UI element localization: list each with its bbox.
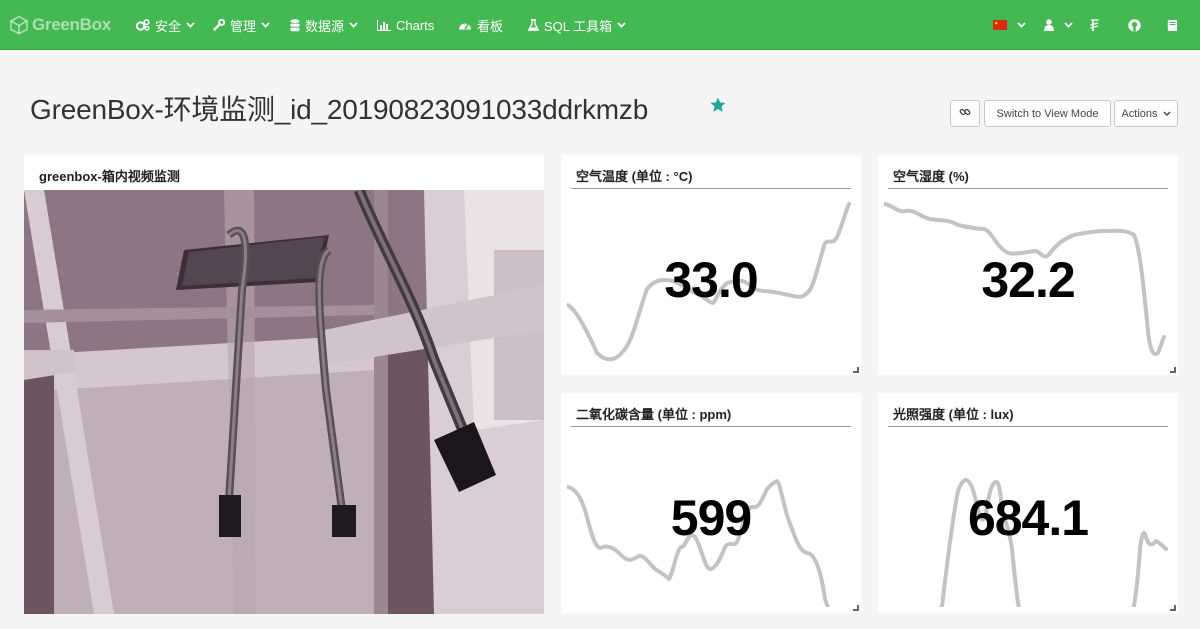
nav-sql-label: SQL 工具箱: [544, 18, 613, 34]
brand-logo-link[interactable]: GreenBox: [9, 13, 111, 37]
chevron-down-icon: [617, 22, 626, 28]
star-icon[interactable]: [709, 96, 727, 114]
nav-security-label: 安全: [155, 18, 182, 34]
humidity-value: 32.2: [981, 252, 1075, 308]
chevron-down-icon: [1017, 22, 1026, 28]
nav-manage-menu[interactable]: 管理: [213, 0, 270, 50]
panel-divider: [888, 426, 1168, 427]
dashboard-gauge-icon: [458, 20, 472, 30]
nav-docs-link[interactable]: [1167, 0, 1178, 50]
co2-panel-title: 二氧化碳含量 (单位 : ppm): [576, 407, 732, 422]
github-icon: [1128, 18, 1141, 32]
database-icon: [290, 18, 300, 32]
switch-view-mode-button[interactable]: Switch to View Mode: [984, 100, 1111, 127]
top-navbar: GreenBox 安全 管理 数据源 Charts 看板 SQL 工具箱: [0, 0, 1200, 50]
chevron-down-icon: [1163, 111, 1171, 116]
temperature-panel: 空气温度 (单位 : °C) 33.0: [561, 155, 861, 375]
chevron-down-icon: [261, 22, 270, 28]
currency-icon: [1090, 18, 1100, 32]
panel-divider: [571, 188, 851, 189]
video-panel: greenbox-箱内视频监测: [24, 155, 544, 614]
flask-icon: [528, 19, 539, 31]
nav-version-button[interactable]: [1090, 0, 1100, 50]
share-link-button[interactable]: [950, 100, 980, 127]
panel-divider: [571, 426, 851, 427]
humidity-panel: 空气湿度 (%) 32.2: [878, 155, 1178, 375]
actions-label: Actions: [1121, 107, 1158, 120]
panel-divider: [888, 188, 1168, 189]
resize-handle-icon[interactable]: [1170, 367, 1176, 373]
light-panel-title: 光照强度 (单位 : lux): [893, 407, 1014, 422]
chevron-down-icon: [186, 22, 195, 28]
nav-charts-link[interactable]: Charts: [377, 0, 434, 50]
nav-manage-label: 管理: [230, 18, 257, 34]
chevron-down-icon: [1064, 22, 1073, 28]
wrench-icon: [213, 19, 225, 31]
light-panel: 光照强度 (单位 : lux) 684.1: [878, 393, 1178, 613]
nav-user-menu[interactable]: [1044, 0, 1073, 50]
resize-handle-icon[interactable]: [853, 605, 859, 611]
nav-dashboards-label: 看板: [477, 18, 504, 34]
video-panel-title: greenbox-箱内视频监测: [39, 169, 180, 184]
nav-datasource-menu[interactable]: 数据源: [290, 0, 358, 50]
nav-dashboards-link[interactable]: 看板: [458, 0, 503, 50]
user-icon: [1044, 19, 1054, 31]
resize-handle-icon[interactable]: [853, 367, 859, 373]
brand-name: GreenBox: [32, 15, 111, 34]
nav-sql-menu[interactable]: SQL 工具箱: [528, 0, 626, 50]
temperature-value: 33.0: [664, 252, 758, 308]
co2-value: 599: [670, 490, 752, 546]
humidity-panel-title: 空气湿度 (%): [893, 169, 969, 184]
camera-feed-image: [24, 190, 544, 614]
china-flag-icon: [993, 20, 1007, 30]
bar-chart-icon: [377, 19, 391, 31]
cube-logo-icon: [10, 15, 28, 35]
chevron-down-icon: [349, 22, 358, 28]
cogs-icon: [136, 19, 150, 31]
nav-security-menu[interactable]: 安全: [136, 0, 195, 50]
actions-dropdown-button[interactable]: Actions: [1114, 100, 1178, 127]
book-icon: [1167, 19, 1178, 32]
temperature-panel-title: 空气温度 (单位 : °C): [576, 169, 693, 184]
nav-charts-label: Charts: [396, 17, 435, 33]
link-icon: [959, 106, 971, 121]
nav-language-menu[interactable]: [993, 0, 1026, 50]
co2-panel: 二氧化碳含量 (单位 : ppm) 599: [561, 393, 861, 613]
nav-github-link[interactable]: [1128, 0, 1141, 50]
dashboard-title: GreenBox-环境监测_id_20190823091033ddrkmzb: [30, 94, 649, 125]
nav-datasource-label: 数据源: [305, 18, 345, 34]
light-value: 684.1: [967, 490, 1089, 546]
resize-handle-icon[interactable]: [1170, 605, 1176, 611]
